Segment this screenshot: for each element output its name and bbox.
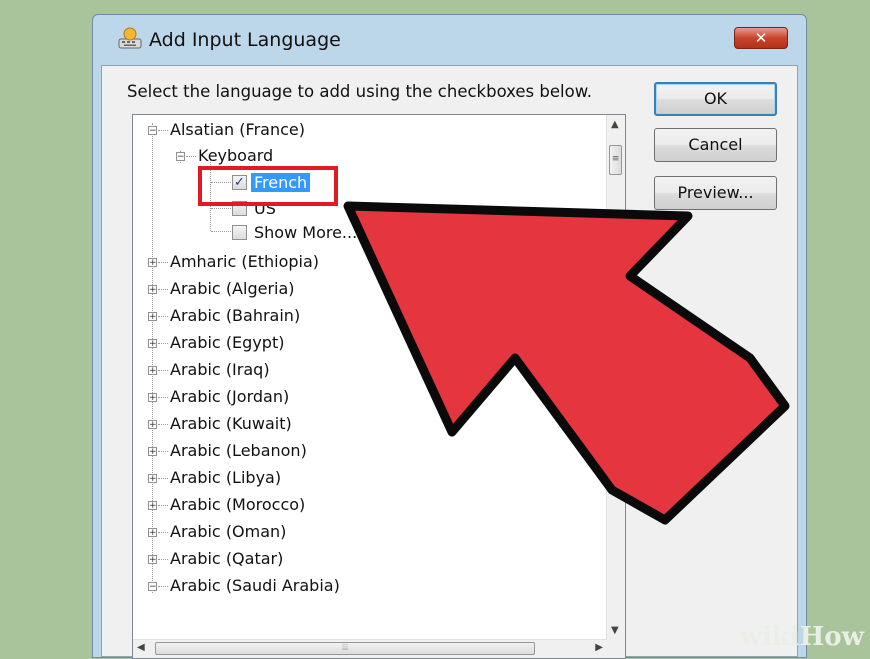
instruction-text: Select the language to add using the che… (127, 82, 592, 101)
expand-icon[interactable]: + (148, 528, 157, 538)
tree-item-language[interactable]: Arabic (Lebanon) (170, 440, 307, 462)
tree-item-language[interactable]: Arabic (Iraq) (170, 359, 270, 381)
horizontal-scroll-thumb[interactable]: ⦙⦙⦙ (155, 642, 535, 655)
collapse-icon[interactable]: − (176, 152, 185, 162)
expand-icon[interactable]: + (148, 420, 157, 430)
tree-guide-line (158, 316, 168, 317)
scroll-up-arrow-icon[interactable]: ▲ (611, 119, 619, 130)
tree-guide-line (158, 451, 168, 452)
tree-guide-line (158, 262, 168, 263)
keyboard-globe-icon (118, 27, 142, 49)
scroll-left-arrow-icon[interactable]: ◀ (137, 642, 145, 653)
expand-icon[interactable]: + (148, 474, 157, 484)
close-button[interactable]: ✕ (734, 27, 788, 49)
tree-item-language[interactable]: Arabic (Kuwait) (170, 413, 292, 435)
vertical-scrollbar[interactable]: ▲ ≡ ▼ (606, 115, 625, 640)
scrollbar-corner (607, 640, 625, 658)
tree-guide-line (158, 343, 168, 344)
tree-guide-line (158, 532, 168, 533)
tree-item-language[interactable]: Amharic (Ethiopia) (170, 251, 319, 273)
tree-item-language[interactable]: Arabic (Libya) (170, 467, 281, 489)
wikihow-watermark: wikiHow (720, 612, 870, 658)
expand-icon[interactable]: + (148, 393, 157, 403)
preview-button[interactable]: Preview... (654, 176, 777, 210)
tree-guide-line (158, 289, 168, 290)
tree-item-alsatian[interactable]: Alsatian (France) (170, 119, 305, 141)
tree-guide-line (158, 505, 168, 506)
tree-guide-line (158, 478, 168, 479)
expand-icon[interactable]: + (148, 555, 157, 565)
cancel-button[interactable]: Cancel (654, 128, 777, 162)
tree-guide-line (152, 123, 153, 593)
scroll-right-arrow-icon[interactable]: ▶ (595, 642, 603, 653)
expand-icon[interactable]: + (148, 258, 157, 268)
add-input-language-dialog: Add Input Language ✕ Select the language… (92, 14, 807, 659)
tree-guide-line (158, 586, 168, 587)
collapse-icon[interactable]: − (148, 126, 157, 136)
collapse-icon[interactable]: − (148, 582, 157, 592)
expand-icon[interactable]: + (148, 339, 157, 349)
scroll-down-arrow-icon[interactable]: ▼ (611, 625, 619, 636)
expand-icon[interactable]: + (148, 501, 157, 511)
expand-icon[interactable]: + (148, 285, 157, 295)
tree-guide-line (158, 130, 168, 131)
tree-item-language[interactable]: Arabic (Egypt) (170, 332, 284, 354)
checkbox-show-more[interactable] (232, 225, 247, 240)
tree-item-language[interactable]: Arabic (Oman) (170, 521, 286, 543)
tree-item-language[interactable]: Arabic (Qatar) (170, 548, 283, 570)
tree-item-language[interactable]: Arabic (Saudi Arabia) (170, 575, 340, 597)
tree-item-show-more[interactable]: Show More... (254, 222, 357, 244)
dialog-body: Select the language to add using the che… (101, 65, 798, 659)
expand-icon[interactable]: + (148, 366, 157, 376)
dialog-title: Add Input Language (149, 29, 341, 51)
title-bar: Add Input Language ✕ (93, 15, 806, 65)
tree-guide-line (158, 559, 168, 560)
tree-item-language[interactable]: Arabic (Bahrain) (170, 305, 300, 327)
vertical-scroll-thumb[interactable]: ≡ (609, 145, 622, 175)
tree-guide-line (211, 231, 231, 232)
expand-icon[interactable]: + (148, 447, 157, 457)
tree-guide-line (186, 156, 196, 157)
tree-item-language[interactable]: Arabic (Morocco) (170, 494, 305, 516)
tree-item-language[interactable]: Arabic (Algeria) (170, 278, 295, 300)
tree-guide-line (211, 208, 231, 209)
tree-item-language[interactable]: Arabic (Jordan) (170, 386, 289, 408)
tree-guide-line (158, 370, 168, 371)
tree-guide-line (158, 397, 168, 398)
ok-button[interactable]: OK (654, 82, 777, 116)
tree-item-keyboard[interactable]: Keyboard (198, 145, 273, 167)
horizontal-scrollbar[interactable]: ◀ ⦙⦙⦙ ▶ (133, 639, 607, 658)
tree-guide-line (158, 424, 168, 425)
expand-icon[interactable]: + (148, 312, 157, 322)
watermark-text: wikiHow (739, 622, 864, 652)
highlight-box (198, 166, 338, 206)
